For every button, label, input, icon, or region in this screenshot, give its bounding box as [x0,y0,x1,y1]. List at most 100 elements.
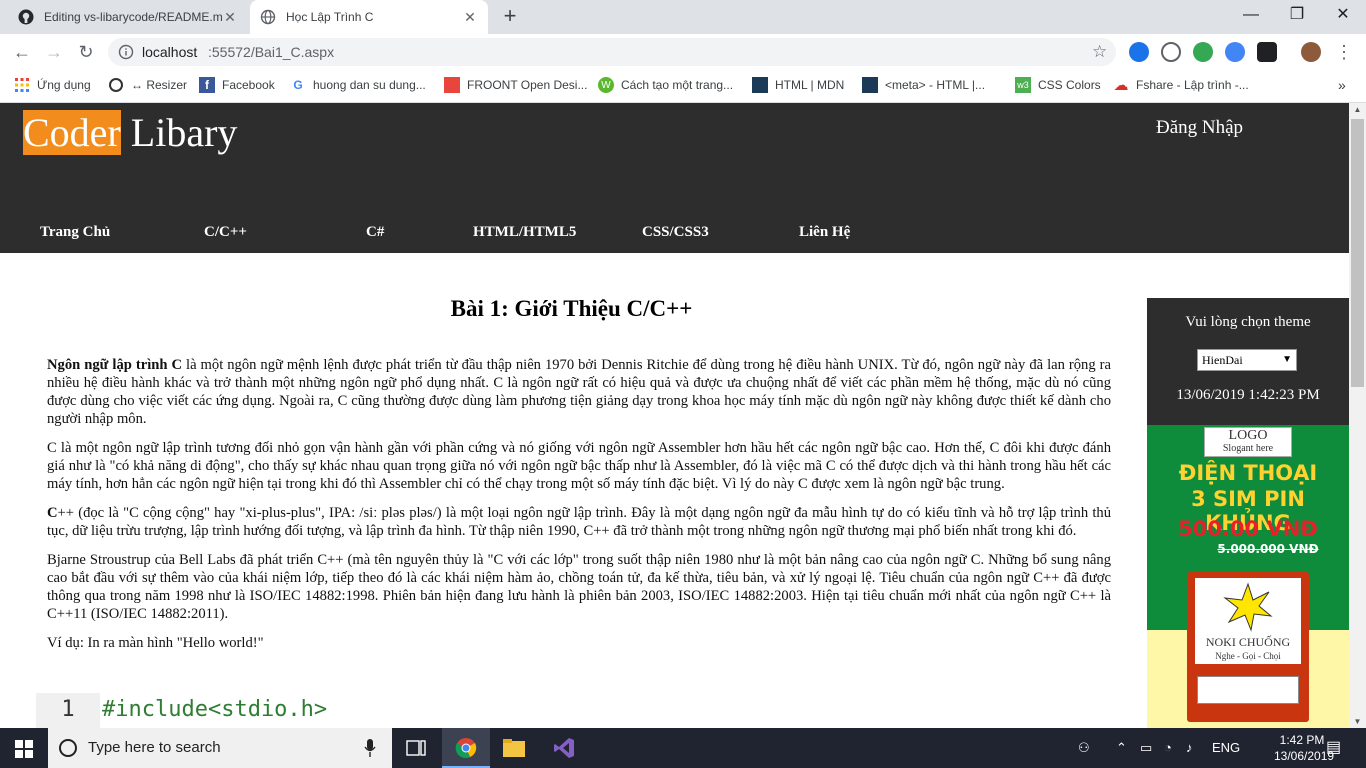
nav-css[interactable]: CSS/CSS3 [642,224,709,241]
microphone-icon[interactable] [364,739,376,757]
theme-label: Vui lòng chọn theme [1185,314,1311,330]
bookmark-css-colors[interactable]: w3 CSS Colors [1015,77,1101,93]
bookmark-html-mdn[interactable]: HTML | MDN [752,77,844,93]
taskbar-search[interactable]: Type here to search [48,728,392,768]
new-tab-button[interactable]: + [498,4,522,28]
github-icon [18,9,34,25]
theme-selected-value: HienDai [1202,353,1243,367]
login-link[interactable]: Đăng Nhập [1156,117,1243,139]
system-clock[interactable]: 1:42 PM 13/06/2019 [1274,732,1334,764]
page-title: Bài 1: Giới Thiệu C/C++ [450,296,693,321]
nav-lien-he[interactable]: Liên Hệ [799,224,850,241]
minimize-button[interactable]: — [1228,0,1274,30]
back-icon[interactable]: ← [10,40,34,64]
paragraph: Ví dụ: In ra màn hình "Hello world!" [47,635,264,651]
chrome-taskbar-icon[interactable] [442,728,490,768]
visual-studio-icon[interactable] [540,728,588,768]
input-language[interactable]: ENG [1212,740,1240,755]
datetime-display: 13/06/2019 1:42:23 PM [1176,387,1320,403]
bookmark-label: Ứng dụng [37,78,91,92]
bold-term: C [47,505,58,521]
site-logo[interactable]: Coder Libary [23,110,237,156]
paragraph: Bjarne Stroustrup của Bell Labs đã phát … [47,552,1111,622]
profile-avatar[interactable] [1301,42,1321,62]
menu-kebab-icon[interactable]: ⋮ [1332,40,1356,64]
ad-brand: NOKI CHUỐNG [1205,635,1291,649]
ad-tagline: Nghe - Gọi - Chọi [1215,651,1281,661]
vertical-scrollbar[interactable]: ▲ ▼ [1349,103,1366,728]
nav-c-cpp[interactable]: C/C++ [204,224,247,241]
network-icon[interactable]: ◔ [1164,740,1172,755]
bookmark-apps[interactable]: Ứng dụng [14,77,91,93]
nav-csharp[interactable]: C# [366,224,384,241]
scroll-up-icon[interactable]: ▲ [1349,105,1366,114]
google-icon: G [293,78,303,92]
url-path: :55572/Bai1_C.aspx [208,44,335,60]
extension-icon[interactable] [1225,42,1245,62]
line-number: 1 [36,693,100,728]
bookmark-facebook[interactable]: f Facebook [199,77,275,93]
tab-strip: Editing vs-libarycode/README.m ✕ Học Lập… [0,0,1366,34]
resizer-icon [108,77,124,93]
site-header: Coder Libary Đăng Nhập Trang Chủ C/C++ C… [0,103,1349,253]
star-burst-icon [1223,582,1273,632]
bookmark-resizer[interactable]: ↔ Resizer [108,77,187,93]
reload-icon[interactable]: ↻ [74,40,98,64]
ad-banner[interactable]: LOGO Slogant here ĐIỆN THOẠI 3 SIM PIN K… [1147,425,1349,728]
bookmark-froont[interactable]: FROONT Open Desi... [444,77,587,93]
search-icon [59,739,77,757]
bookmark-cach-tao[interactable]: W Cách tạo một trang... [598,77,733,93]
windows-taskbar: Type here to search ⚇ ⌃ ▭ ◔ ♪ ENG 1:42 P… [0,728,1366,768]
bookmark-label: FROONT Open Desi... [467,78,588,92]
paragraph-text: là một ngôn ngữ mệnh lệnh được phát triể… [47,357,1111,427]
task-view-icon[interactable] [392,728,440,768]
extension-icon[interactable] [1129,42,1149,62]
page-viewport: Coder Libary Đăng Nhập Trang Chủ C/C++ C… [0,103,1349,728]
paragraph: Ngôn ngữ lập trình C là một ngôn ngữ mện… [47,356,1111,428]
bookmark-huong-dan[interactable]: G huong dan su dung... [290,77,425,93]
bookmark-label: <meta> - HTML |... [885,78,986,92]
forward-icon[interactable]: → [42,40,66,64]
start-button[interactable] [0,728,48,768]
extension-icon[interactable] [1257,42,1277,62]
bookmarks-bar: Ứng dụng ↔ Resizer f Facebook G huong da… [0,70,1366,103]
show-hidden-icons[interactable]: ⌃ [1116,740,1127,756]
mdn-icon [752,77,768,93]
theme-select[interactable]: HienDai ▼ [1197,349,1297,371]
extension-icon[interactable] [1193,42,1213,62]
ad-slogan: Slogant here [1222,443,1274,454]
wordpress-icon: W [598,77,614,93]
bookmark-meta-mdn[interactable]: <meta> - HTML |... [862,77,985,93]
address-bar[interactable]: localhost :55572/Bai1_C.aspx ☆ [108,38,1116,66]
chevron-down-icon: ▼ [1282,354,1292,365]
file-explorer-icon[interactable] [490,728,538,768]
info-icon[interactable] [118,44,134,60]
volume-icon[interactable]: ♪ [1186,740,1193,755]
code-line: #include<stdio.h> [102,697,328,722]
people-icon[interactable]: ⚇ [1078,740,1090,756]
more-bookmarks-button[interactable]: » [1338,77,1346,93]
bookmark-label: HTML | MDN [775,78,845,92]
bookmark-label: CSS Colors [1038,78,1101,92]
battery-icon[interactable]: ▭ [1140,740,1152,756]
nav-html[interactable]: HTML/HTML5 [473,224,576,241]
tab-close-icon[interactable]: ✕ [222,9,238,26]
bookmark-star-icon[interactable]: ☆ [1092,42,1107,62]
notifications-icon[interactable]: ▤ [1326,737,1341,757]
ad-old-price: 5.000.000 VNĐ [1217,542,1319,556]
scrollbar-thumb[interactable] [1351,119,1364,387]
ad-phone-keypad [1197,676,1299,704]
maximize-button[interactable]: ❐ [1274,0,1320,30]
scroll-down-icon[interactable]: ▼ [1349,717,1366,726]
nav-trang-chu[interactable]: Trang Chủ [40,224,110,241]
ad-price: 500.00 VNĐ [1178,517,1318,541]
extension-icon[interactable] [1161,42,1181,62]
facebook-icon: f [199,77,215,93]
tab-close-icon[interactable]: ✕ [462,9,478,26]
tab-hoc-lap-trinh-c[interactable]: Học Lập Trình C ✕ [250,0,488,34]
close-window-button[interactable]: ✕ [1320,0,1366,30]
ad-headline: ĐIỆN THOẠI [1178,461,1318,485]
bookmark-fshare[interactable]: ☁ Fshare - Lập trình -... [1113,77,1249,94]
globe-icon [260,9,276,25]
tab-github-readme[interactable]: Editing vs-libarycode/README.m ✕ [8,0,248,34]
